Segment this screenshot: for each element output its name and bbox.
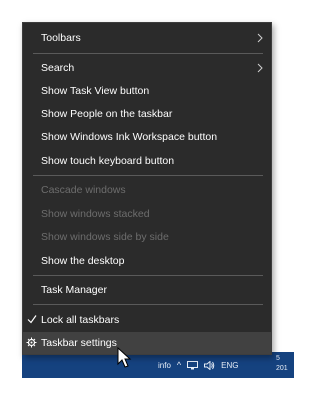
chevron-right-icon bbox=[257, 63, 263, 73]
checkmark-icon bbox=[27, 315, 37, 324]
menu-item-label: Show Windows Ink Workspace button bbox=[41, 131, 218, 143]
menu-item-windows-side-by-side: Show windows side by side bbox=[23, 226, 271, 248]
info-label[interactable]: info bbox=[158, 361, 171, 370]
clock-time: 5 bbox=[276, 355, 280, 362]
volume-icon[interactable] bbox=[204, 360, 215, 370]
menu-item-show-desktop[interactable]: Show the desktop bbox=[23, 250, 271, 272]
network-icon[interactable] bbox=[187, 360, 199, 370]
gear-icon bbox=[26, 337, 37, 348]
menu-item-touch-keyboard[interactable]: Show touch keyboard button bbox=[23, 150, 271, 172]
menu-item-label: Lock all taskbars bbox=[41, 314, 120, 326]
menu-item-label: Cascade windows bbox=[41, 184, 126, 196]
menu-item-label: Toolbars bbox=[41, 32, 81, 44]
menu-item-search[interactable]: Search bbox=[23, 57, 271, 79]
menu-item-label: Task Manager bbox=[41, 284, 107, 296]
menu-item-label: Search bbox=[41, 62, 75, 74]
menu-item-label: Show People on the taskbar bbox=[41, 108, 173, 120]
menu-separator bbox=[33, 175, 263, 176]
clock-date: 201 bbox=[276, 365, 288, 372]
menu-item-windows-stacked: Show windows stacked bbox=[23, 203, 271, 225]
menu-item-people[interactable]: Show People on the taskbar bbox=[23, 103, 271, 125]
taskbar-context-menu: Toolbars Search Show Task View button Sh… bbox=[22, 22, 272, 355]
clock[interactable]: 5 201 bbox=[276, 354, 294, 376]
menu-item-task-manager[interactable]: Task Manager bbox=[23, 279, 271, 301]
show-hidden-icons-icon[interactable]: ^ bbox=[177, 360, 181, 370]
language-indicator[interactable]: ENG bbox=[221, 361, 238, 370]
menu-item-label: Show windows stacked bbox=[41, 208, 150, 220]
menu-item-taskbar-settings[interactable]: Taskbar settings bbox=[23, 332, 271, 354]
menu-item-label: Show the desktop bbox=[41, 255, 125, 267]
menu-item-label: Taskbar settings bbox=[41, 337, 117, 349]
menu-item-cascade-windows: Cascade windows bbox=[23, 179, 271, 201]
menu-separator bbox=[33, 304, 263, 305]
mouse-pointer-icon bbox=[117, 347, 132, 368]
menu-item-label: Show Task View button bbox=[41, 85, 150, 97]
menu-item-label: Show windows side by side bbox=[41, 231, 169, 243]
system-tray: info ^ ENG bbox=[158, 352, 238, 378]
menu-separator bbox=[33, 275, 263, 276]
screen: info ^ ENG 5 201 Toolbars Search Show Ta… bbox=[0, 0, 294, 400]
menu-item-lock-taskbars[interactable]: Lock all taskbars bbox=[23, 309, 271, 331]
chevron-right-icon bbox=[257, 33, 263, 43]
menu-item-label: Show touch keyboard button bbox=[41, 155, 175, 167]
menu-separator bbox=[33, 53, 263, 54]
menu-item-ink-workspace[interactable]: Show Windows Ink Workspace button bbox=[23, 126, 271, 148]
menu-item-task-view[interactable]: Show Task View button bbox=[23, 80, 271, 102]
menu-item-toolbars[interactable]: Toolbars bbox=[23, 27, 271, 49]
taskbar[interactable]: info ^ ENG 5 201 bbox=[22, 352, 294, 378]
